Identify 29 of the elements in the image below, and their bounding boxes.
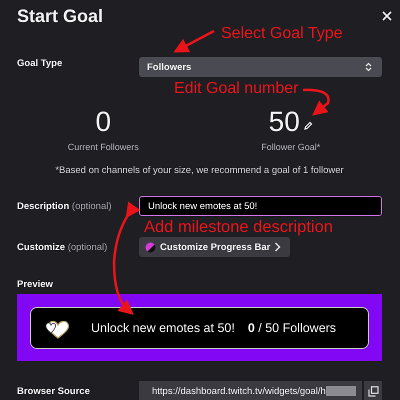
url-field[interactable]: https://dashboard.twitch.tv/widgets/goal/h [139,381,362,400]
stat-label: Follower Goal* [261,142,320,152]
annotation-arrow [173,30,215,52]
dialog-title: Start Goal [17,6,104,27]
stat-number: 0 [95,107,112,137]
recommendation-text: *Based on channels of your size, we recommend a goal of 1 follower [54,165,345,176]
goal-description: Unlock new emotes at 50! [91,320,235,334]
redaction-block [326,386,356,396]
pencil-icon[interactable] [302,121,313,131]
chevron-right-icon [274,242,282,252]
annotation-text: Select Goal Type [221,25,343,43]
copy-button[interactable] [364,381,382,400]
description-input[interactable]: Unlock new emotes at 50! [139,196,382,216]
annotation-text: Edit Goal number [174,80,299,98]
section-label: Preview [17,279,54,290]
stat-label: Current Followers [68,142,139,152]
annotation-text: Add milestone description [144,218,333,237]
field-label: Description (optional) [17,200,113,212]
color-swatch-icon [145,242,156,252]
customize-button[interactable]: Customize Progress Bar [139,237,290,257]
field-label: Customize (optional) [17,242,108,252]
up-down-icon [365,62,372,72]
field-label: Goal Type [17,58,64,69]
field-label: Browser Source [17,386,91,396]
stat-number: 50 [268,107,300,137]
copy-icon [368,386,378,396]
annotation-arrow [302,88,330,116]
close-icon[interactable] [382,11,392,21]
goal-type-select[interactable]: Followers [139,57,382,77]
